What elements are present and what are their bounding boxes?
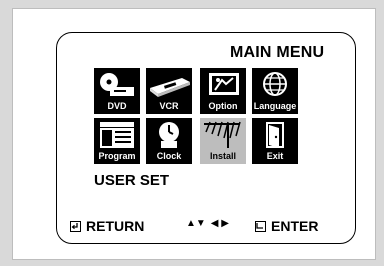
clock-icon — [159, 122, 179, 148]
menu-item-label: Language — [253, 101, 297, 111]
enter-hint[interactable]: ENTER — [255, 218, 318, 234]
menu-item-exit[interactable]: Exit — [252, 118, 298, 164]
return-hint[interactable]: RETURN — [70, 218, 144, 234]
section-label: USER SET — [94, 172, 170, 189]
globe-icon — [263, 72, 287, 96]
menu-item-label: Option — [208, 101, 238, 111]
menu-item-dvd[interactable]: DVD — [94, 68, 140, 114]
dvd-player-icon — [100, 73, 134, 96]
return-label: RETURN — [86, 218, 145, 234]
up-down-arrows-icon: ▲▼ — [186, 218, 206, 229]
menu-item-clock[interactable]: Clock — [146, 118, 192, 164]
return-icon — [70, 220, 81, 232]
menu-item-vcr[interactable]: VCR — [146, 68, 192, 114]
navigation-hint: ▲▼ ◀ ▶ — [186, 218, 229, 229]
enter-icon — [255, 220, 266, 232]
option-icon — [209, 73, 239, 95]
enter-label: ENTER — [271, 218, 319, 234]
exit-door-icon — [266, 122, 284, 148]
menu-item-label: Clock — [156, 151, 182, 161]
menu-item-label: VCR — [159, 101, 179, 111]
menu-item-label: Program — [98, 151, 136, 161]
menu-item-label: Install — [209, 151, 236, 161]
menu-item-install[interactable]: Install — [200, 118, 246, 164]
menu-title: MAIN MENU — [230, 44, 325, 61]
vcr-icon — [150, 78, 190, 97]
menu-item-language[interactable]: Language — [252, 68, 298, 114]
calendar-icon — [100, 122, 134, 148]
menu-item-option[interactable]: Option — [200, 68, 246, 114]
menu-item-label: DVD — [107, 101, 127, 111]
menu-item-program[interactable]: Program — [94, 118, 140, 164]
menu-item-label: Exit — [266, 151, 284, 161]
left-right-arrows-icon: ◀ ▶ — [210, 218, 229, 229]
antenna-icon — [204, 121, 241, 148]
